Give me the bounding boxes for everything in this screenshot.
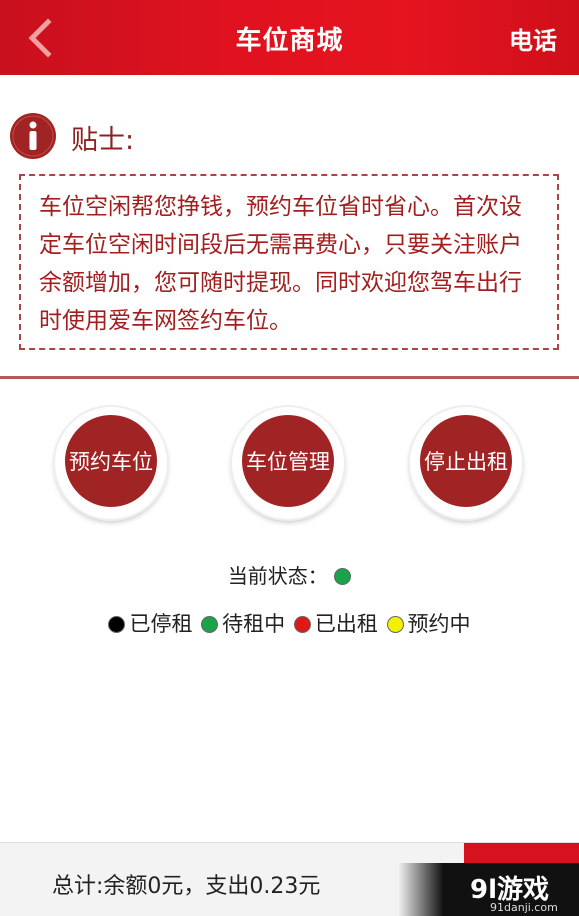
tip-text: 车位空闲帮您挣钱，预约车位省时省心。首次设定车位空闲时间段后无需再费心，只要关注… (19, 174, 559, 350)
legend-item-waiting: 待租中 (201, 608, 285, 638)
page-title: 车位商城 (235, 26, 344, 56)
info-icon (10, 113, 56, 159)
legend-dot-green (201, 616, 219, 633)
stop-rental-label: 停止出租 (420, 415, 512, 507)
status-indicator-dot (334, 568, 352, 585)
current-status: 当前状态： (0, 560, 579, 589)
legend-dot-red (293, 616, 311, 633)
legend-item-reserved: 预约中 (386, 608, 471, 638)
watermark-url: 91danji.com (490, 901, 558, 914)
legend-item-stopped: 已停租 (108, 608, 192, 638)
legend-label: 待租中 (222, 612, 286, 636)
reserve-spot-button[interactable]: 预约车位 (55, 407, 167, 519)
section-divider (0, 376, 579, 379)
watermark: 9l游戏 91danji.com (398, 863, 579, 916)
phone-button[interactable]: 电话 (509, 21, 557, 56)
status-label: 当前状态： (227, 564, 328, 588)
stop-rental-button[interactable]: 停止出租 (410, 407, 522, 519)
legend-label: 已出租 (314, 612, 378, 636)
legend-dot-black (108, 616, 126, 633)
status-legend: 已停租 待租中 已出租 预约中 (0, 608, 579, 638)
footer-action-tab[interactable] (464, 843, 579, 863)
reserve-spot-label: 预约车位 (65, 415, 157, 507)
legend-dot-yellow (386, 616, 404, 633)
tip-label: 贴士: (71, 125, 135, 156)
footer-bar: 总计:余额0元，支出0.23元 9l游戏 91danji.com (0, 842, 579, 916)
manage-spot-label: 车位管理 (242, 415, 334, 507)
legend-item-rented: 已出租 (293, 608, 378, 638)
legend-label: 已停租 (129, 612, 193, 636)
app-header: 车位商城 电话 (0, 0, 579, 75)
total-summary: 总计:余额0元，支出0.23元 (52, 874, 321, 899)
manage-spot-button[interactable]: 车位管理 (232, 407, 344, 519)
legend-label: 预约中 (407, 612, 471, 636)
